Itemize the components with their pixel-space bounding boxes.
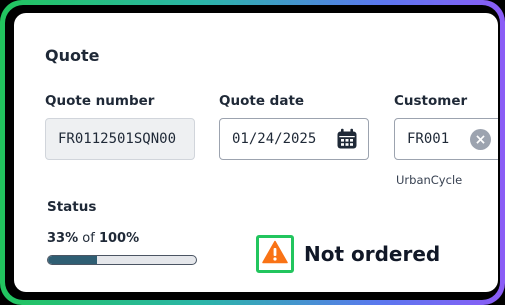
progress-of: of bbox=[82, 231, 95, 246]
customer-field[interactable]: FR001 × bbox=[394, 118, 498, 160]
quote-number-label: Quote number bbox=[45, 93, 155, 109]
customer-label: Customer bbox=[394, 93, 468, 109]
calendar-icon[interactable] bbox=[336, 128, 358, 150]
customer-name: UrbanCycle bbox=[396, 173, 463, 187]
warning-badge bbox=[256, 235, 294, 273]
quote-number-field: FR0112501SQN00 bbox=[45, 118, 195, 160]
quote-date-label: Quote date bbox=[219, 93, 305, 109]
progress-fill bbox=[48, 256, 97, 264]
card-title: Quote bbox=[45, 46, 100, 65]
quote-date-value: 01/24/2025 bbox=[232, 131, 317, 147]
warning-icon bbox=[262, 240, 288, 268]
status-text: Not ordered bbox=[304, 242, 441, 266]
clear-icon[interactable]: × bbox=[470, 129, 491, 150]
customer-value: FR001 bbox=[407, 131, 450, 147]
quote-date-field[interactable]: 01/24/2025 bbox=[219, 118, 369, 160]
progress-text: 33% of 100% bbox=[47, 231, 139, 246]
status-label: Status bbox=[47, 199, 97, 215]
progress-total: 100% bbox=[98, 231, 140, 246]
quote-card: Quote Quote number FR0112501SQN00 Quote … bbox=[14, 13, 498, 292]
quote-number-value: FR0112501SQN00 bbox=[58, 131, 177, 147]
progress-value: 33% bbox=[47, 231, 79, 246]
progress-bar bbox=[47, 255, 197, 265]
